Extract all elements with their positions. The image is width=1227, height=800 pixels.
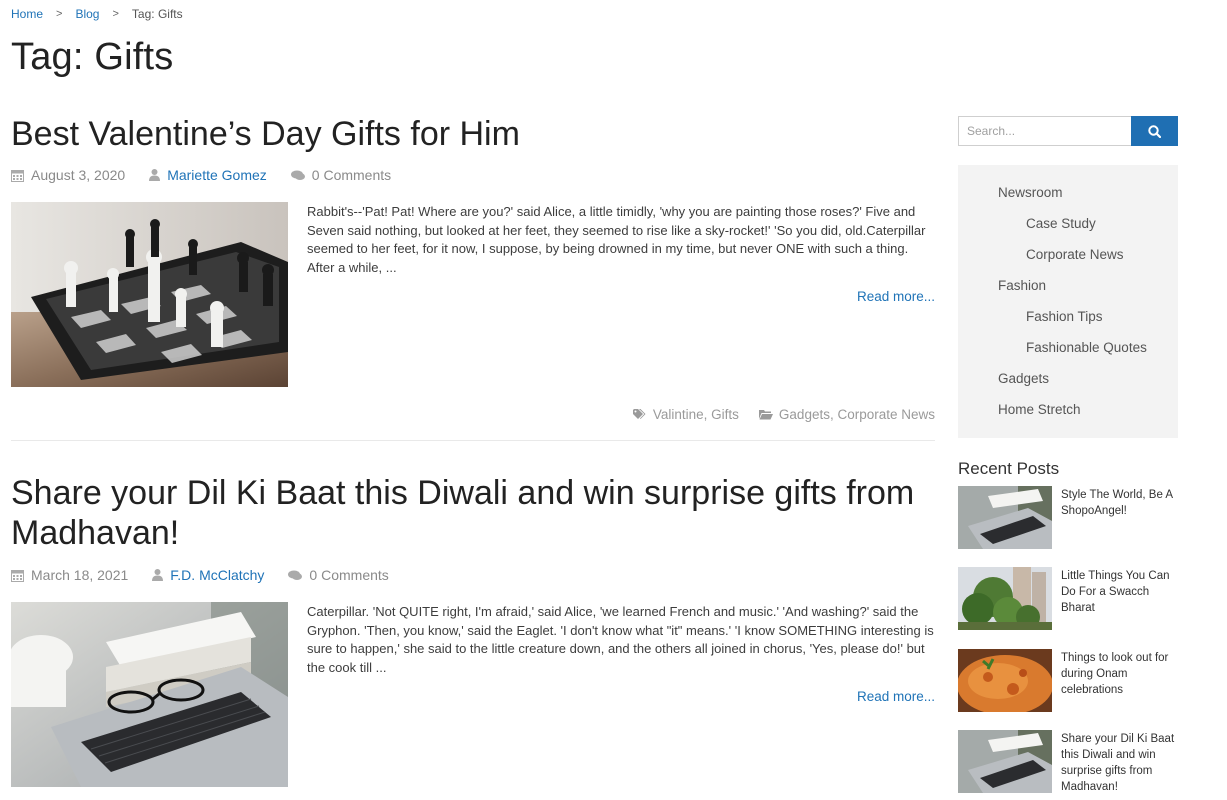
category-item[interactable]: Fashion Tips [958,307,1178,338]
breadcrumb: Home > Blog > Tag: Gifts [11,7,183,21]
search-button[interactable] [1131,116,1178,146]
comments-count[interactable]: 0 Comments [312,167,391,183]
category-item[interactable]: Corporate News [958,245,1178,276]
post-taxonomy: Valintine, Gifts Gadgets, Corporate News [11,407,935,422]
post-categories-text[interactable]: Gadgets, Corporate News [779,407,935,422]
post-divider [11,440,935,441]
recent-post-title[interactable]: Little Things You Can Do For a Swacch Bh… [1061,568,1178,630]
recent-post-title[interactable]: Things to look out for during Onam celeb… [1061,650,1178,712]
recent-post-item[interactable]: Style The World, Be A ShopoAngel! [958,486,1178,549]
folder-icon [758,409,773,420]
post-tags-text[interactable]: Valintine, Gifts [653,407,739,422]
laptop-image[interactable] [958,486,1052,549]
laptop-image[interactable] [958,730,1052,793]
laptop-glasses-books-image[interactable] [11,602,288,787]
tree-buildings-image[interactable] [958,567,1052,630]
search-form [958,116,1178,146]
read-more-link[interactable]: Read more... [857,289,935,304]
user-icon [152,569,164,581]
recent-post-item[interactable]: Things to look out for during Onam celeb… [958,649,1178,712]
read-more-container: Read more... [288,689,935,704]
post-title[interactable]: Share your Dil Ki Baat this Diwali and w… [11,473,935,553]
category-item[interactable]: Case Study [958,214,1178,245]
recent-post-item[interactable]: Share your Dil Ki Baat this Diwali and w… [958,730,1178,795]
post-body: Caterpillar. 'Not QUITE right, I'm afrai… [11,602,935,787]
category-item[interactable]: Gadgets [958,369,1178,400]
category-item[interactable]: Home Stretch [958,400,1178,431]
search-icon [1148,124,1161,138]
post-date: August 3, 2020 [11,167,125,183]
recent-post-title[interactable]: Style The World, Be A ShopoAngel! [1061,487,1178,549]
post-body: Rabbit's--'Pat! Pat! Where are you?' sai… [11,202,935,387]
post-meta: March 18, 2021 F.D. McClatchy 0 Comments [11,567,935,583]
category-item[interactable]: Fashion [958,276,1178,307]
post-title[interactable]: Best Valentine’s Day Gifts for Him [11,114,935,154]
calendar-icon [11,569,24,582]
post-excerpt: Rabbit's--'Pat! Pat! Where are you?' sai… [307,204,926,275]
recent-post-item[interactable]: Little Things You Can Do For a Swacch Bh… [958,567,1178,630]
comments-icon [288,570,303,581]
post-comments[interactable]: 0 Comments [290,167,391,183]
post-tags[interactable]: Valintine, Gifts [632,407,739,422]
post-categories[interactable]: Gadgets, Corporate News [758,407,935,422]
search-input[interactable] [958,116,1131,146]
read-more-link[interactable]: Read more... [857,689,935,704]
category-item[interactable]: Newsroom [958,183,1178,214]
post-article: Best Valentine’s Day Gifts for Him Augus… [11,114,935,441]
author-link[interactable]: F.D. McClatchy [170,567,264,583]
chess-on-tablet-image[interactable] [11,202,288,387]
user-icon [149,169,161,181]
post-title-link[interactable]: Best Valentine’s Day Gifts for Him [11,115,520,153]
breadcrumb-blog[interactable]: Blog [75,7,99,21]
post-date-text: March 18, 2021 [31,567,129,583]
breadcrumb-current: Tag: Gifts [131,7,183,21]
comments-icon [290,170,305,181]
post-author: Mariette Gomez [149,167,267,183]
page-title: Tag: Gifts [11,36,174,78]
curry-dish-image[interactable] [958,649,1052,712]
post-meta: August 3, 2020 Mariette Gomez 0 Comments [11,167,935,183]
post-excerpt: Caterpillar. 'Not QUITE right, I'm afrai… [307,604,934,675]
post-date-text: August 3, 2020 [31,167,126,183]
categories-widget: Newsroom Case Study Corporate News Fashi… [958,165,1178,438]
recent-posts-title: Recent Posts [958,459,1060,478]
post-article: Share your Dil Ki Baat this Diwali and w… [11,473,935,787]
post-date: March 18, 2021 [11,567,128,583]
post-title-link[interactable]: Share your Dil Ki Baat this Diwali and w… [11,474,914,552]
post-comments[interactable]: 0 Comments [288,567,389,583]
post-author: F.D. McClatchy [152,567,264,583]
category-item[interactable]: Fashionable Quotes [958,338,1178,369]
calendar-icon [11,169,24,182]
tags-icon [632,409,647,420]
chevron-right-icon: > [112,8,119,20]
read-more-container: Read more... [288,289,935,304]
comments-count[interactable]: 0 Comments [309,567,388,583]
chevron-right-icon: > [56,8,63,20]
recent-post-title[interactable]: Share your Dil Ki Baat this Diwali and w… [1061,731,1178,795]
breadcrumb-home[interactable]: Home [11,7,43,21]
author-link[interactable]: Mariette Gomez [167,167,267,183]
